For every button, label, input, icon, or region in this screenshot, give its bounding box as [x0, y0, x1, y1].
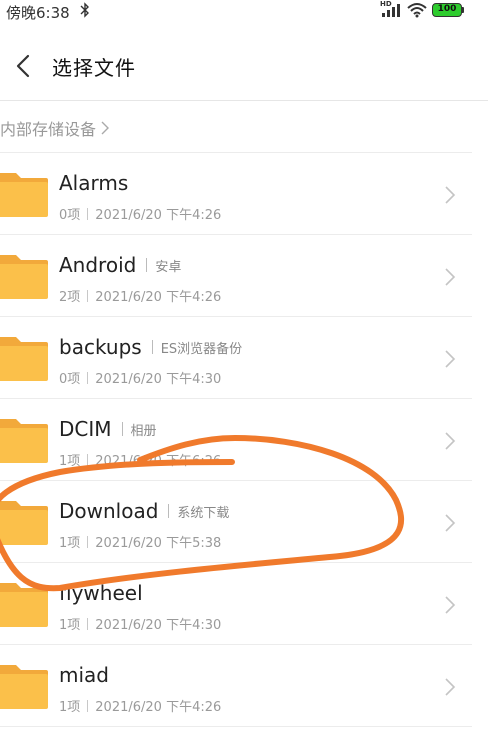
file-meta: 1项 2021/6/20 下午6:26	[59, 450, 221, 469]
file-name: miad	[59, 663, 109, 687]
page-title: 选择文件	[52, 56, 136, 80]
file-meta: 0项 2021/6/20 下午4:26	[59, 204, 221, 223]
folder-icon	[0, 255, 48, 299]
back-arrow-icon[interactable]	[10, 48, 40, 84]
chevron-right-icon	[445, 186, 456, 204]
bluetooth-icon	[80, 2, 89, 18]
list-item[interactable]: Android 安卓 2项 2021/6/20 下午4:26	[0, 235, 488, 317]
meta-separator	[87, 207, 89, 220]
meta-separator	[87, 453, 89, 466]
item-count: 1项	[59, 536, 81, 551]
file-tag: 安卓	[155, 259, 182, 275]
battery-icon: 100	[432, 3, 462, 17]
folder-icon	[0, 173, 48, 217]
file-name-line: Android 安卓	[59, 253, 181, 277]
folder-icon	[0, 665, 48, 709]
status-time: 傍晚6:38	[6, 4, 70, 22]
file-name: Alarms	[59, 171, 129, 195]
item-count: 1项	[59, 618, 81, 633]
breadcrumb[interactable]: 内部存储设备	[0, 110, 110, 146]
file-meta: 1项 2021/6/20 下午4:30	[59, 614, 221, 633]
file-name: flywheel	[59, 581, 143, 605]
title-bar: 选择文件	[0, 30, 488, 100]
file-name-line: Alarms	[59, 171, 128, 195]
file-meta: 0项 2021/6/20 下午4:30	[59, 368, 221, 387]
chevron-right-icon	[445, 350, 456, 368]
modified-date: 2021/6/20 下午4:30	[95, 372, 222, 387]
list-item[interactable]: Alarms 0项 2021/6/20 下午4:26	[0, 153, 488, 235]
battery-tip	[462, 7, 464, 13]
status-bar: 傍晚6:38 HD 100	[0, 0, 488, 24]
modified-date: 2021/6/20 下午4:26	[95, 208, 222, 223]
signal-icon	[382, 4, 400, 17]
item-count: 1项	[59, 700, 81, 715]
modified-date: 2021/6/20 下午6:26	[95, 454, 222, 469]
list-item[interactable]: backups ES浏览器备份 0项 2021/6/20 下午4:30	[0, 317, 488, 399]
item-count: 0项	[59, 372, 81, 387]
file-name-line: flywheel	[59, 581, 143, 605]
file-name-line: backups ES浏览器备份	[59, 335, 242, 359]
file-name-line: Download 系统下载	[59, 499, 229, 523]
file-name: backups	[59, 335, 142, 359]
meta-separator	[87, 699, 89, 712]
meta-separator	[87, 535, 89, 548]
file-tag: 系统下载	[177, 505, 230, 521]
modified-date: 2021/6/20 下午5:38	[95, 536, 222, 551]
breadcrumb-label: 内部存储设备	[0, 120, 97, 139]
list-item[interactable]: flywheel 1项 2021/6/20 下午4:30	[0, 563, 488, 645]
file-name-line: miad	[59, 663, 109, 687]
folder-icon	[0, 583, 48, 627]
modified-date: 2021/6/20 下午4:30	[95, 618, 222, 633]
tag-separator	[168, 504, 170, 518]
file-name-line: DCIM 相册	[59, 417, 157, 441]
chevron-right-icon	[445, 596, 456, 614]
folder-icon	[0, 501, 48, 545]
file-meta: 1项 2021/6/20 下午5:38	[59, 532, 221, 551]
modified-date: 2021/6/20 下午4:26	[95, 700, 222, 715]
folder-icon	[0, 337, 48, 381]
meta-separator	[87, 289, 89, 302]
list-item[interactable]: DCIM 相册 1项 2021/6/20 下午6:26	[0, 399, 488, 481]
item-count: 0项	[59, 208, 81, 223]
chevron-right-icon	[445, 432, 456, 450]
item-count: 1项	[59, 454, 81, 469]
header-divider	[0, 100, 488, 101]
file-tag: 相册	[130, 423, 157, 439]
file-tag: ES浏览器备份	[160, 341, 243, 357]
folder-icon	[0, 419, 48, 463]
chevron-right-icon	[445, 268, 456, 286]
file-list: Alarms 0项 2021/6/20 下午4:26 Android 安卓 2项 2021/…	[0, 153, 488, 727]
row-divider	[0, 726, 472, 727]
file-name: Download	[59, 499, 159, 523]
meta-separator	[87, 617, 89, 630]
tag-separator	[151, 340, 153, 354]
list-item[interactable]: Download 系统下载 1项 2021/6/20 下午5:38	[0, 481, 488, 563]
wifi-icon	[407, 3, 427, 18]
modified-date: 2021/6/20 下午4:26	[95, 290, 222, 305]
chevron-right-icon	[101, 121, 110, 135]
chevron-right-icon	[445, 514, 456, 532]
list-item[interactable]: miad 1项 2021/6/20 下午4:26	[0, 645, 488, 727]
meta-separator	[87, 371, 89, 384]
tag-separator	[146, 258, 148, 272]
tag-separator	[121, 422, 123, 436]
file-name: DCIM	[59, 417, 112, 441]
file-meta: 1项 2021/6/20 下午4:26	[59, 696, 221, 715]
chevron-right-icon	[445, 678, 456, 696]
item-count: 2项	[59, 290, 81, 305]
file-meta: 2项 2021/6/20 下午4:26	[59, 286, 221, 305]
file-name: Android	[59, 253, 137, 277]
